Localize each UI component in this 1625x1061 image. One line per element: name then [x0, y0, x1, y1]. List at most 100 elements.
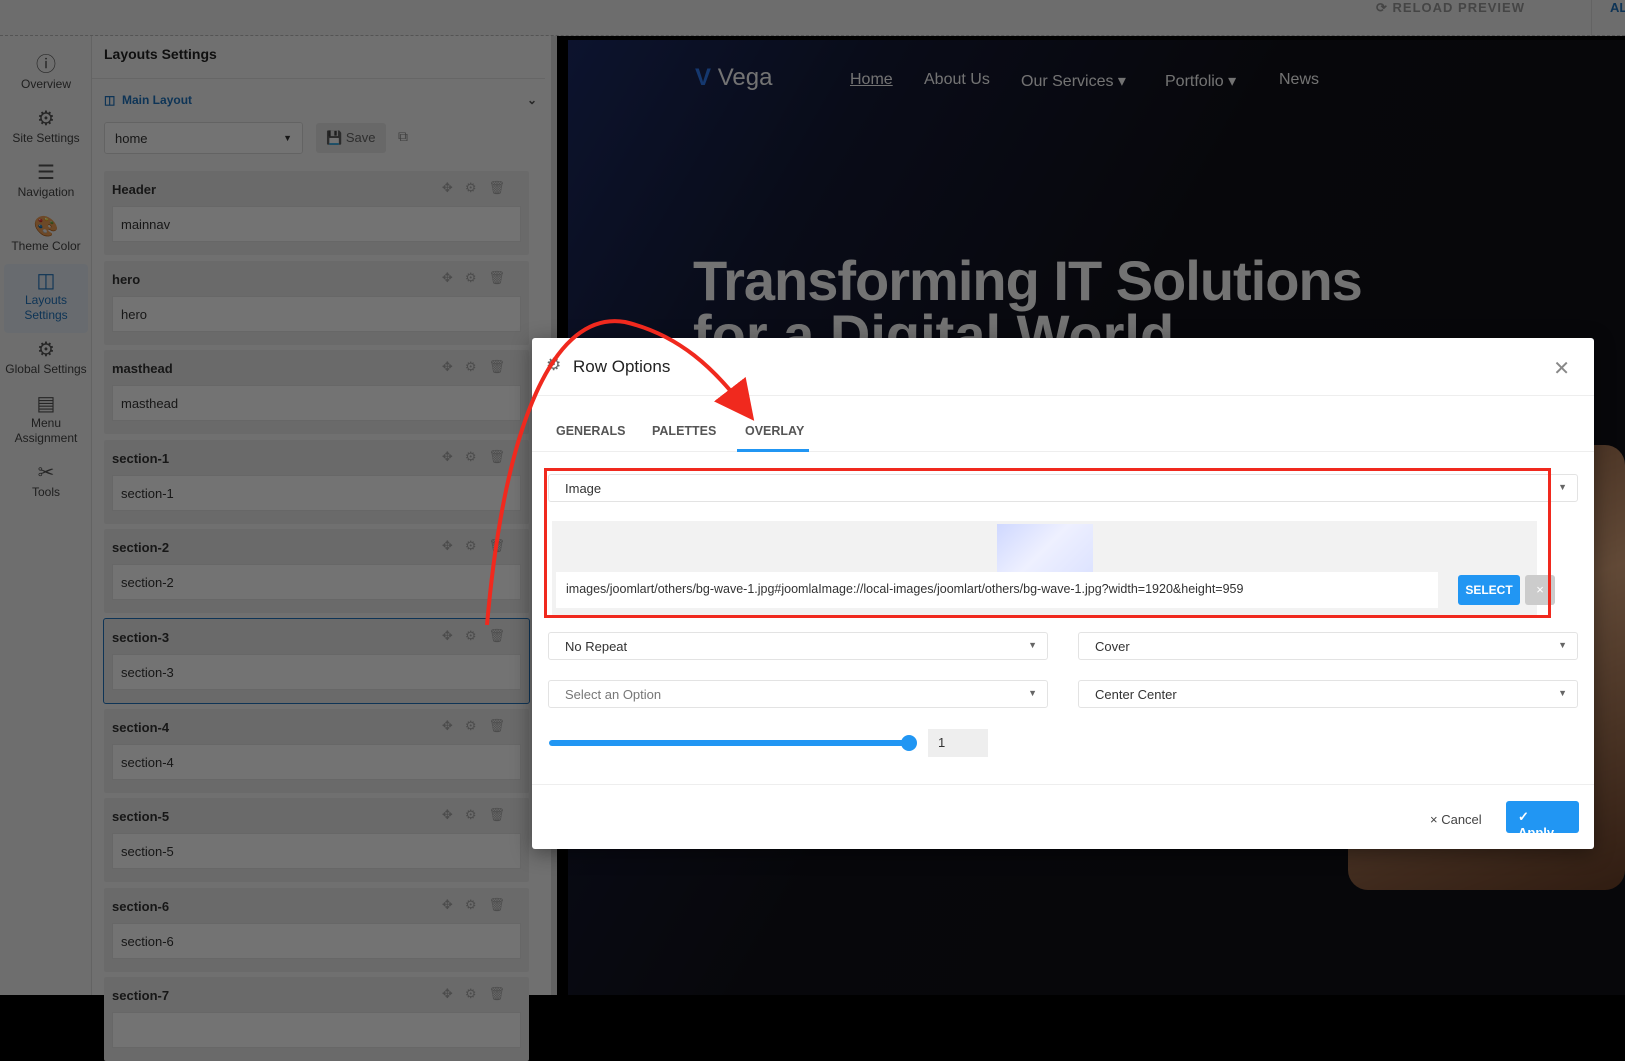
move-icon[interactable]: ✥: [442, 270, 465, 285]
nav-theme-color[interactable]: 🎨 Theme Color: [4, 210, 88, 264]
opacity-slider-handle[interactable]: [901, 735, 917, 751]
image-picker: images/joomlart/others/bg-wave-1.jpg#joo…: [552, 521, 1555, 616]
select-image-button[interactable]: SELECT: [1458, 575, 1520, 605]
main-layout-accordion[interactable]: ◫ Main Layout ⌄: [92, 78, 545, 118]
layout-row-block[interactable]: section-4 ✥⚙🗑 section-4: [104, 708, 529, 793]
gear-icon[interactable]: ⚙: [465, 718, 489, 733]
layout-row-block[interactable]: hero ✥⚙🗑 hero: [104, 260, 529, 345]
copy-icon[interactable]: ⧉: [398, 128, 408, 145]
nav-tools[interactable]: ✂ Tools: [4, 456, 88, 510]
gear-icon[interactable]: ⚙: [465, 986, 489, 1001]
site-logo[interactable]: V Vega: [695, 64, 772, 92]
repeat-value: No Repeat: [565, 639, 628, 654]
trash-icon[interactable]: 🗑: [488, 180, 517, 195]
row-position[interactable]: masthead: [112, 385, 521, 422]
layout-row-block[interactable]: section-1 ✥⚙🗑 section-1: [104, 439, 529, 524]
row-name: section-1: [112, 450, 170, 466]
overlay-type-select[interactable]: Image ▼: [548, 474, 1578, 502]
layout-row-block[interactable]: section-5 ✥⚙🗑 section-5: [104, 798, 529, 883]
background-repeat-select[interactable]: No Repeat ▼: [548, 632, 1048, 660]
trash-icon[interactable]: 🗑: [488, 538, 517, 553]
preview-nav-about[interactable]: About Us: [924, 71, 990, 89]
tab-palettes[interactable]: PALETTES: [652, 424, 716, 438]
layout-row-block[interactable]: masthead ✥⚙🗑 masthead: [104, 350, 529, 435]
layout-select[interactable]: home ▼: [104, 122, 303, 154]
nav-site-settings[interactable]: ⚙ Site Settings: [4, 102, 88, 156]
caret-down-icon: ▼: [283, 133, 292, 143]
move-icon[interactable]: ✥: [442, 897, 465, 912]
nav-label: Tools: [31, 485, 60, 499]
nav-label: Layouts Settings: [24, 293, 68, 322]
top-right-link[interactable]: AL: [1591, 0, 1625, 36]
row-position[interactable]: section-3: [112, 654, 521, 690]
layout-row-block[interactable]: section-6 ✥⚙🗑 section-6: [104, 887, 529, 972]
row-position[interactable]: hero: [112, 295, 521, 332]
apply-button[interactable]: ✓ Apply: [1506, 801, 1579, 840]
move-icon[interactable]: ✥: [442, 538, 465, 553]
row-position[interactable]: [112, 1012, 521, 1049]
move-icon[interactable]: ✥: [442, 986, 465, 1001]
gear-icon[interactable]: ⚙: [465, 897, 489, 912]
trash-icon[interactable]: 🗑: [488, 986, 517, 1001]
gear-icon[interactable]: ⚙: [465, 180, 489, 195]
nav-layouts-settings[interactable]: ◫ Layouts Settings: [4, 264, 88, 333]
row-position[interactable]: section-2: [112, 564, 521, 601]
position-value: Center Center: [1095, 687, 1177, 702]
gear-icon[interactable]: ⚙: [465, 359, 489, 374]
move-icon[interactable]: ✥: [442, 628, 465, 643]
move-icon[interactable]: ✥: [442, 359, 465, 374]
move-icon[interactable]: ✥: [442, 449, 465, 464]
background-attachment-select[interactable]: Select an Option ▼: [548, 680, 1048, 708]
opacity-slider[interactable]: [549, 740, 909, 746]
row-position[interactable]: section-6: [112, 922, 521, 959]
nav-menu-assignment[interactable]: ▤ Menu Assignment: [4, 387, 88, 456]
gear-icon[interactable]: ⚙: [465, 270, 489, 285]
gear-icon[interactable]: ⚙: [465, 807, 489, 822]
row-position[interactable]: section-5: [112, 833, 521, 870]
trash-icon[interactable]: 🗑: [488, 359, 517, 374]
clear-image-button[interactable]: ×: [1525, 575, 1555, 605]
layout-row-block[interactable]: section-3 ✥⚙🗑 section-3: [103, 618, 530, 704]
tab-generals[interactable]: GENERALS: [556, 424, 625, 438]
preview-nav-home[interactable]: Home: [850, 71, 893, 89]
opacity-input[interactable]: 1: [928, 729, 988, 757]
trash-icon[interactable]: 🗑: [488, 628, 517, 643]
row-position[interactable]: section-4: [112, 743, 521, 780]
nav-global-settings[interactable]: ⚙ Global Settings: [4, 333, 88, 387]
nav-overview[interactable]: ⓘ Overview: [4, 48, 88, 102]
image-path-input[interactable]: images/joomlart/others/bg-wave-1.jpg#joo…: [556, 572, 1438, 608]
layout-row-block[interactable]: Header ✥⚙🗑 mainnav: [104, 171, 529, 255]
gear-icon[interactable]: ⚙: [465, 628, 489, 643]
tools-icon: ✂: [37, 462, 55, 484]
layout-row-block[interactable]: section-7 ✥⚙🗑: [104, 977, 529, 1061]
cancel-button[interactable]: × Cancel: [1430, 812, 1482, 827]
preview-nav-portfolio[interactable]: Portfolio ▾: [1165, 71, 1236, 91]
reload-preview-button[interactable]: ⟳ RELOAD PREVIEW: [1376, 0, 1525, 16]
trash-icon[interactable]: 🗑: [488, 718, 517, 733]
save-button[interactable]: 💾 Save: [316, 123, 386, 153]
trash-icon[interactable]: 🗑: [488, 807, 517, 822]
trash-icon[interactable]: 🗑: [488, 897, 517, 912]
move-icon[interactable]: ✥: [442, 180, 465, 195]
top-bar: ⟳ RELOAD PREVIEW AL: [0, 0, 1625, 36]
gear-icon[interactable]: ⚙: [465, 449, 489, 464]
row-position[interactable]: mainnav: [112, 206, 521, 242]
trash-icon[interactable]: 🗑: [488, 270, 517, 285]
row-name: section-3: [112, 630, 170, 645]
trash-icon[interactable]: 🗑: [488, 449, 517, 464]
preview-nav-news[interactable]: News: [1279, 71, 1319, 89]
layout-row-block[interactable]: section-2 ✥⚙🗑 section-2: [104, 529, 529, 614]
row-position[interactable]: section-1: [112, 474, 521, 511]
move-icon[interactable]: ✥: [442, 718, 465, 733]
preview-nav-services[interactable]: Our Services ▾: [1021, 71, 1126, 91]
row-name: hero: [112, 271, 141, 287]
background-position-select[interactable]: Center Center ▼: [1078, 680, 1578, 708]
close-icon[interactable]: ✕: [1553, 356, 1570, 381]
gear-icon[interactable]: ⚙: [465, 538, 489, 553]
move-icon[interactable]: ✥: [442, 807, 465, 822]
tab-overlay[interactable]: OVERLAY: [745, 424, 804, 438]
size-value: Cover: [1095, 639, 1130, 654]
nav-navigation[interactable]: ☰ Navigation: [4, 156, 88, 210]
background-size-select[interactable]: Cover ▼: [1078, 632, 1578, 660]
logo-text: Vega: [717, 64, 773, 91]
